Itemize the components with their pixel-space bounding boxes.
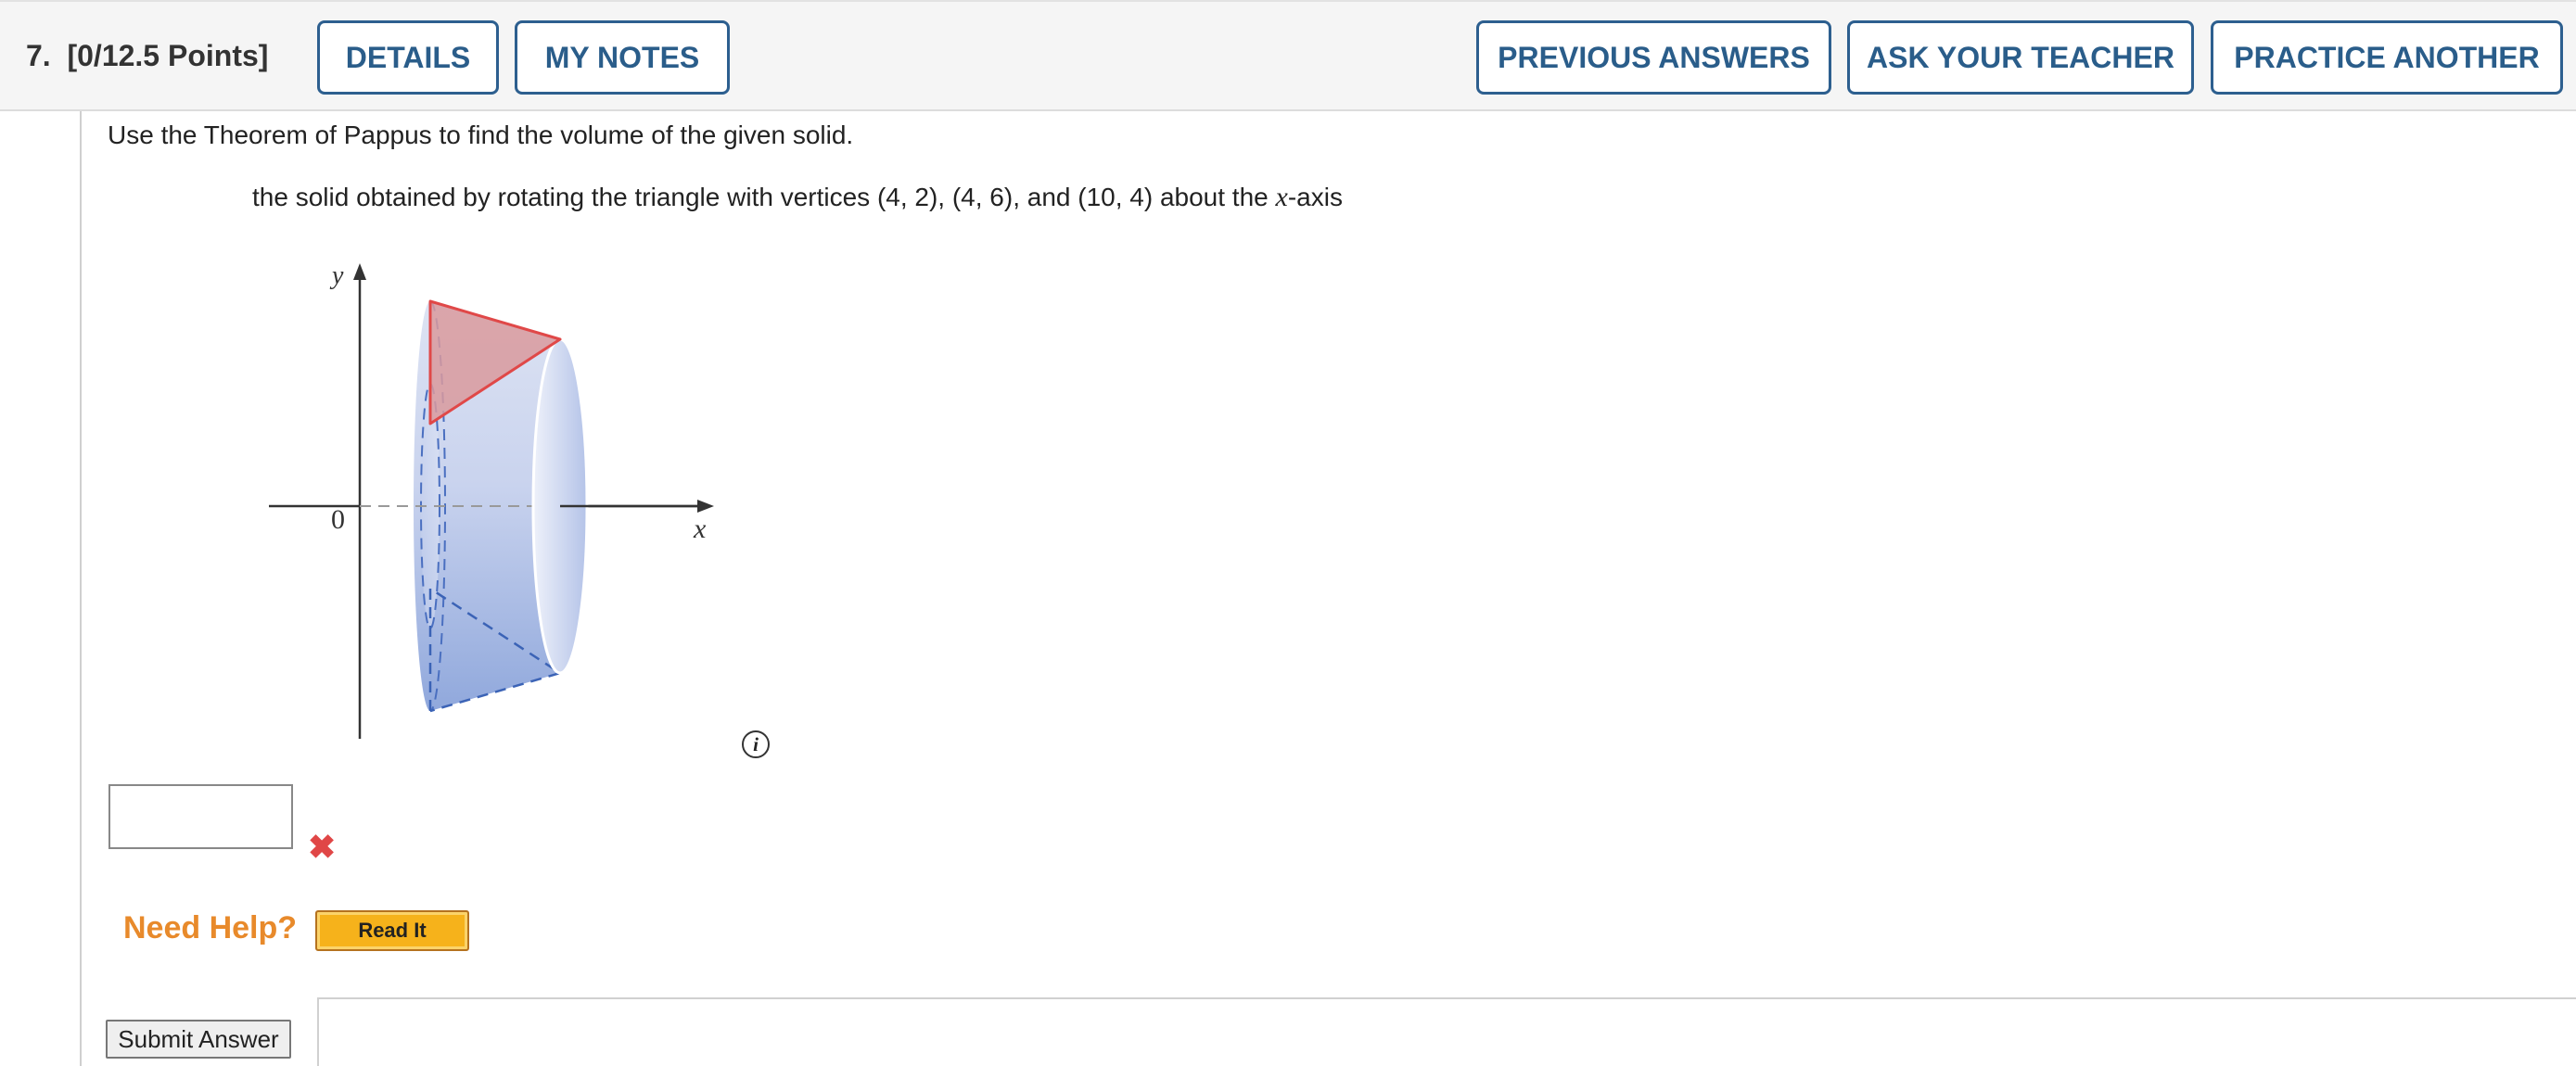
question-prompt: Use the Theorem of Pappus to find the vo… bbox=[108, 121, 854, 149]
my-notes-button[interactable]: MY NOTES bbox=[515, 20, 730, 95]
question-description: the solid obtained by rotating the trian… bbox=[252, 182, 1343, 213]
read-it-button[interactable]: Read It bbox=[315, 910, 469, 951]
need-help-label: Need Help? bbox=[123, 910, 298, 945]
question-points: [0/12.5 Points] bbox=[67, 39, 269, 72]
description-suffix: -axis bbox=[1287, 183, 1343, 211]
practice-another-button[interactable]: PRACTICE ANOTHER bbox=[2211, 20, 2563, 95]
origin-label: 0 bbox=[331, 504, 345, 535]
details-button[interactable]: DETAILS bbox=[317, 20, 499, 95]
previous-answers-button[interactable]: PREVIOUS ANSWERS bbox=[1476, 20, 1831, 95]
y-axis-arrow bbox=[353, 263, 366, 280]
description-text: the solid obtained by rotating the trian… bbox=[252, 183, 1269, 211]
feedback-area bbox=[317, 997, 2576, 1066]
info-icon[interactable]: i bbox=[742, 730, 770, 758]
ask-your-teacher-button[interactable]: ASK YOUR TEACHER bbox=[1847, 20, 2194, 95]
answer-input[interactable] bbox=[108, 784, 293, 849]
question-header: 7. [0/12.5 Points] DETAILS MY NOTES PREV… bbox=[0, 0, 2576, 111]
incorrect-icon: ✖ bbox=[308, 828, 337, 866]
x-axis-label: x bbox=[693, 514, 707, 544]
submit-answer-button[interactable]: Submit Answer bbox=[106, 1020, 291, 1059]
content-left-border bbox=[80, 111, 82, 1066]
question-title: 7. [0/12.5 Points] bbox=[26, 39, 268, 73]
solid-of-revolution-figure: y 0 x bbox=[269, 261, 714, 739]
description-variable: x bbox=[1275, 182, 1288, 212]
question-number: 7. bbox=[26, 39, 51, 72]
y-axis-label: y bbox=[329, 261, 344, 290]
